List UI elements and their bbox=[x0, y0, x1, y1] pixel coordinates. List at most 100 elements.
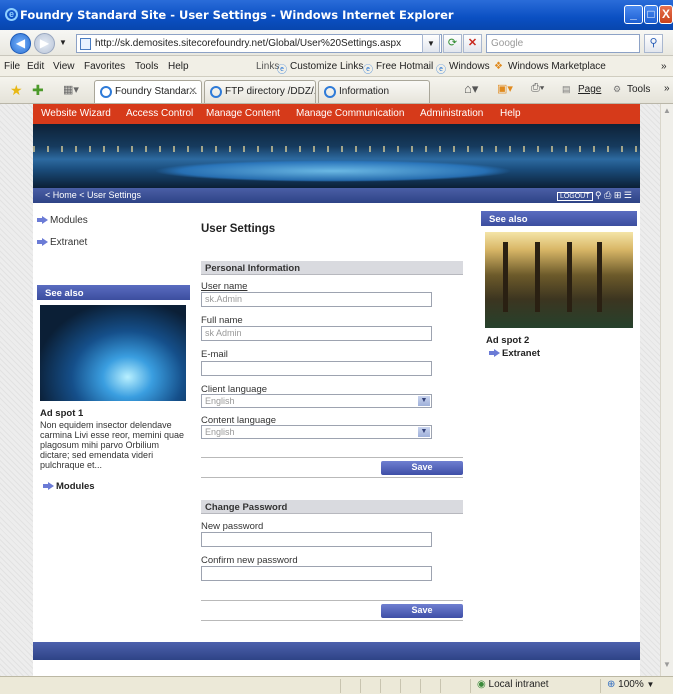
breadcrumb-bar: < Home < User Settings LOGOUT ⚲ ⎙ ⊞ ☰ bbox=[33, 188, 640, 203]
minimize-button[interactable]: _ bbox=[624, 5, 643, 24]
status-segment bbox=[360, 679, 380, 693]
ie-link-icon: ⓔ bbox=[436, 65, 446, 76]
chevron-down-icon[interactable]: ▼ bbox=[418, 427, 430, 437]
link-customize[interactable]: Customize Links bbox=[290, 61, 363, 72]
history-dropdown-icon[interactable]: ▼ bbox=[59, 38, 67, 47]
maximize-button[interactable]: □ bbox=[644, 5, 658, 24]
ad-link-modules[interactable]: Modules bbox=[43, 481, 95, 492]
refresh-icon[interactable]: ⟳ bbox=[443, 34, 462, 53]
tab-information[interactable]: Information bbox=[318, 80, 430, 103]
nav-manage-communication[interactable]: Manage Communication bbox=[296, 108, 404, 119]
link-marketplace[interactable]: Windows Marketplace bbox=[508, 61, 606, 72]
client-language-select[interactable]: English ▼ bbox=[201, 394, 432, 408]
breadcrumb[interactable]: < Home < User Settings bbox=[45, 190, 141, 200]
menu-view[interactable]: View bbox=[53, 61, 75, 72]
address-dropdown-icon[interactable]: ▼ bbox=[422, 34, 440, 53]
divider bbox=[201, 620, 463, 621]
search-site-icon[interactable]: ⚲ bbox=[595, 190, 602, 200]
nav-website-wizard[interactable]: Website Wizard bbox=[41, 108, 111, 119]
tools-menu[interactable]: Tools bbox=[627, 84, 650, 95]
quick-tabs-icon[interactable]: ▦▾ bbox=[63, 83, 79, 96]
ad-title: Ad spot 2 bbox=[486, 335, 530, 346]
status-segment bbox=[380, 679, 400, 693]
main-column: User Settings Personal Information User … bbox=[190, 203, 480, 638]
save-personal-button[interactable]: Save bbox=[381, 461, 463, 475]
close-button[interactable]: X bbox=[659, 5, 673, 24]
fullname-field[interactable]: sk Admin bbox=[201, 326, 432, 341]
tree-trunk bbox=[535, 242, 540, 312]
tab-ftp[interactable]: FTP directory /DDZ/... bbox=[204, 80, 316, 103]
arrow-icon bbox=[37, 216, 48, 224]
link-text: Modules bbox=[56, 481, 95, 492]
left-column: Modules Extranet See also Ad spot 1 Non … bbox=[33, 203, 190, 638]
chevron-down-icon[interactable]: ▼ bbox=[418, 396, 430, 406]
page-menu[interactable]: Page bbox=[578, 84, 601, 95]
nav-access-control[interactable]: Access Control bbox=[126, 108, 193, 119]
arrow-icon bbox=[37, 238, 48, 246]
favorites-star-icon[interactable]: ★ bbox=[10, 82, 23, 99]
ie-logo-icon: e bbox=[5, 8, 18, 21]
security-zone[interactable]: ◉ Local intranet bbox=[470, 679, 600, 693]
left-link-extranet[interactable]: Extranet bbox=[37, 237, 87, 248]
ad-link-extranet[interactable]: Extranet bbox=[489, 348, 540, 359]
address-bar[interactable]: http://sk.demosites.sitecorefoundry.net/… bbox=[76, 34, 442, 53]
nav-administration[interactable]: Administration bbox=[420, 108, 483, 119]
scroll-down-icon[interactable]: ▼ bbox=[661, 660, 673, 672]
link-text: Modules bbox=[50, 215, 88, 226]
back-button[interactable]: ◀ bbox=[10, 33, 31, 54]
left-link-modules[interactable]: Modules bbox=[37, 215, 88, 226]
print-icon[interactable]: ⎙▾ bbox=[531, 82, 544, 95]
site-navigation: Website Wizard Access Control Manage Con… bbox=[33, 104, 640, 124]
link-text: Extranet bbox=[502, 348, 541, 359]
confirm-password-field[interactable] bbox=[201, 566, 432, 581]
see-also-heading: See also bbox=[37, 285, 190, 300]
menu-help[interactable]: Help bbox=[168, 61, 189, 72]
email-label: E-mail bbox=[201, 349, 228, 360]
print-page-icon[interactable]: ⎙ bbox=[604, 190, 611, 200]
menu-tools[interactable]: Tools bbox=[135, 61, 158, 72]
search-input[interactable]: Google bbox=[486, 34, 640, 53]
arrow-icon bbox=[43, 482, 54, 490]
tab-foundry[interactable]: Foundry Standar... ✕ bbox=[94, 80, 202, 103]
menu-file[interactable]: File bbox=[4, 61, 20, 72]
email-field[interactable] bbox=[201, 361, 432, 376]
sitemap-icon[interactable]: ⊞ bbox=[614, 190, 622, 200]
tab-bar: ★ ✚ ▦▾ Foundry Standar... ✕ FTP director… bbox=[0, 77, 673, 104]
status-segment bbox=[420, 679, 440, 693]
forward-button[interactable]: ▶ bbox=[34, 33, 55, 54]
personal-info-heading: Personal Information bbox=[201, 261, 463, 275]
zoom-icon: ⊕ bbox=[607, 679, 616, 690]
search-icon[interactable]: ⚲ bbox=[644, 34, 663, 53]
username-field[interactable]: sk.Admin bbox=[201, 292, 432, 307]
menu-favorites[interactable]: Favorites bbox=[84, 61, 125, 72]
add-favorite-icon[interactable]: ✚ bbox=[32, 82, 44, 99]
content-language-select[interactable]: English ▼ bbox=[201, 425, 432, 439]
more-toolbar-icon[interactable]: » bbox=[664, 83, 670, 94]
save-password-button[interactable]: Save bbox=[381, 604, 463, 618]
address-url: http://sk.demosites.sitecorefoundry.net/… bbox=[95, 38, 402, 49]
ie-tab-icon bbox=[100, 86, 112, 98]
logout-button[interactable]: LOGOUT bbox=[556, 192, 593, 201]
address-toolbar: ◀ ▶ ▼ http://sk.demosites.sitecorefoundr… bbox=[0, 30, 673, 56]
home-icon[interactable]: ⌂▾ bbox=[464, 81, 478, 97]
nav-help[interactable]: Help bbox=[500, 108, 521, 119]
close-tab-icon[interactable]: ✕ bbox=[189, 86, 197, 97]
links-label: Links bbox=[256, 61, 280, 72]
stop-icon[interactable]: ✕ bbox=[463, 34, 482, 53]
vertical-scrollbar[interactable]: ▲ ▼ bbox=[660, 104, 673, 676]
nav-manage-content[interactable]: Manage Content bbox=[206, 108, 280, 119]
username-label: User name bbox=[201, 281, 248, 292]
header-banner-image bbox=[33, 124, 640, 188]
ie-tab-icon bbox=[210, 86, 222, 98]
link-hotmail[interactable]: Free Hotmail bbox=[376, 61, 433, 72]
menu-edit[interactable]: Edit bbox=[27, 61, 44, 72]
tab-label: Information bbox=[339, 86, 390, 97]
link-windows[interactable]: Windows bbox=[449, 61, 490, 72]
new-password-field[interactable] bbox=[201, 532, 432, 547]
list-icon[interactable]: ☰ bbox=[624, 190, 632, 200]
scroll-up-icon[interactable]: ▲ bbox=[661, 106, 673, 118]
more-links-icon[interactable]: » bbox=[661, 61, 667, 72]
zoom-control[interactable]: ⊕ 100% ▼ bbox=[600, 679, 673, 693]
feeds-icon[interactable]: ▣▾ bbox=[497, 82, 513, 95]
zoom-dropdown-icon[interactable]: ▼ bbox=[647, 680, 655, 689]
